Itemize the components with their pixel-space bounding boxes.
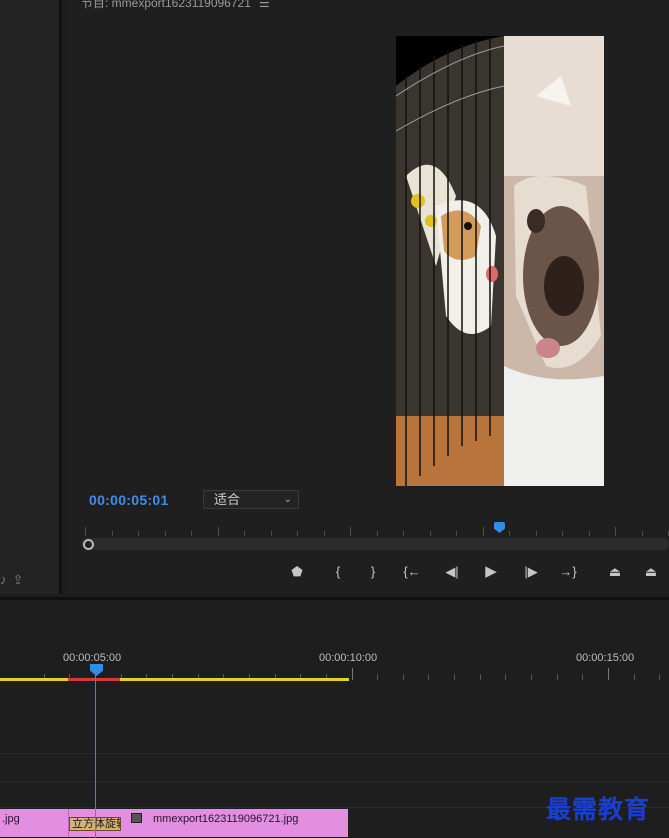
monitor-time-ruler[interactable] xyxy=(81,524,669,536)
go-to-in-icon[interactable]: {← xyxy=(402,562,422,582)
ruler-tick xyxy=(111,531,113,536)
mark-in-icon[interactable]: { xyxy=(328,562,348,582)
ruler-tick xyxy=(377,674,379,680)
ruler-tick xyxy=(482,527,484,536)
ruler-tick xyxy=(608,668,609,680)
music-icon[interactable]: ♪ xyxy=(0,572,7,588)
clip-name: mmexport1623119096721.jpg xyxy=(153,813,299,825)
playhead-timecode[interactable]: 00:00:05:01 xyxy=(89,492,169,508)
timeline-ruler-label: 00:00:10:00 xyxy=(319,652,378,664)
ruler-tick xyxy=(582,674,584,680)
fx-badge-icon xyxy=(131,813,142,823)
ruler-tick xyxy=(535,531,537,536)
ruler-tick xyxy=(659,674,661,680)
ruler-tick xyxy=(428,674,430,680)
ruler-tick xyxy=(454,674,456,680)
timeline-playhead-line xyxy=(95,676,96,838)
monitor-scrub-bar[interactable] xyxy=(81,538,669,550)
ruler-tick xyxy=(615,527,616,536)
ruler-tick xyxy=(509,531,510,536)
ruler-tick xyxy=(297,531,298,536)
work-area-bar[interactable] xyxy=(0,678,349,681)
program-monitor: 节目: mmexport1623119096721 ☰ 00:00:05:01 … xyxy=(65,0,669,594)
ruler-tick xyxy=(562,531,563,536)
zoom-fit-select[interactable]: 适合 ⌄ xyxy=(203,490,299,509)
lift-icon[interactable]: ⏏ xyxy=(605,562,625,582)
ruler-tick xyxy=(633,674,635,680)
clip-name: .jpg xyxy=(2,813,20,825)
ruler-tick xyxy=(641,531,643,536)
timeline-ruler-label: 00:00:15:00 xyxy=(576,652,635,664)
ruler-tick xyxy=(323,531,325,536)
premiere-window: ♪ ⇪ 节目: mmexport1623119096721 ☰ 00:00:05… xyxy=(0,0,669,838)
play-icon[interactable]: ▶ xyxy=(481,562,501,582)
ruler-tick xyxy=(85,527,86,536)
ruler-tick xyxy=(479,674,481,680)
ruler-tick xyxy=(456,531,457,536)
export-icon[interactable]: ⇪ xyxy=(13,572,24,588)
ruler-tick xyxy=(217,527,219,536)
program-title-text: 节目: mmexport1623119096721 xyxy=(81,0,251,10)
ruler-tick xyxy=(505,674,507,680)
ruler-tick xyxy=(351,668,353,680)
extract-icon[interactable]: ⏏ xyxy=(641,562,661,582)
go-to-out-icon[interactable]: →} xyxy=(558,562,578,582)
ruler-tick xyxy=(350,527,351,536)
ruler-tick xyxy=(138,531,139,536)
ruler-tick xyxy=(191,531,192,536)
ruler-tick xyxy=(402,674,404,680)
step-back-icon[interactable]: ◀| xyxy=(442,562,462,582)
marker-icon[interactable]: ⬟ xyxy=(287,562,307,582)
ruler-tick xyxy=(429,531,431,536)
ruler-tick xyxy=(556,674,558,680)
ruler-tick xyxy=(376,531,378,536)
timeline-ruler-label: 00:00:05:00 xyxy=(63,652,122,664)
preview-image xyxy=(396,36,604,486)
watermark-logo: 最需教育 xyxy=(546,795,651,824)
track-divider xyxy=(0,781,669,782)
clip-previous[interactable]: .jpg xyxy=(0,809,68,837)
panel-menu-icon[interactable]: ☰ xyxy=(259,0,270,10)
render-status-bar xyxy=(68,678,120,681)
scrub-zoom-handle[interactable] xyxy=(83,539,94,550)
ruler-tick xyxy=(244,531,245,536)
step-forward-icon[interactable]: |▶ xyxy=(521,562,541,582)
ruler-tick xyxy=(164,531,166,536)
zoom-fit-value: 适合 xyxy=(214,492,241,507)
ruler-tick xyxy=(531,674,533,680)
ruler-tick xyxy=(270,531,272,536)
video-preview xyxy=(396,36,604,486)
ruler-tick xyxy=(588,531,590,536)
program-title: 节目: mmexport1623119096721 ☰ xyxy=(81,0,270,11)
chevron-down-icon: ⌄ xyxy=(283,494,292,505)
project-panel: ♪ ⇪ xyxy=(0,0,62,594)
mark-out-icon[interactable]: } xyxy=(363,562,383,582)
ruler-tick xyxy=(403,531,404,536)
track-divider xyxy=(0,753,669,754)
